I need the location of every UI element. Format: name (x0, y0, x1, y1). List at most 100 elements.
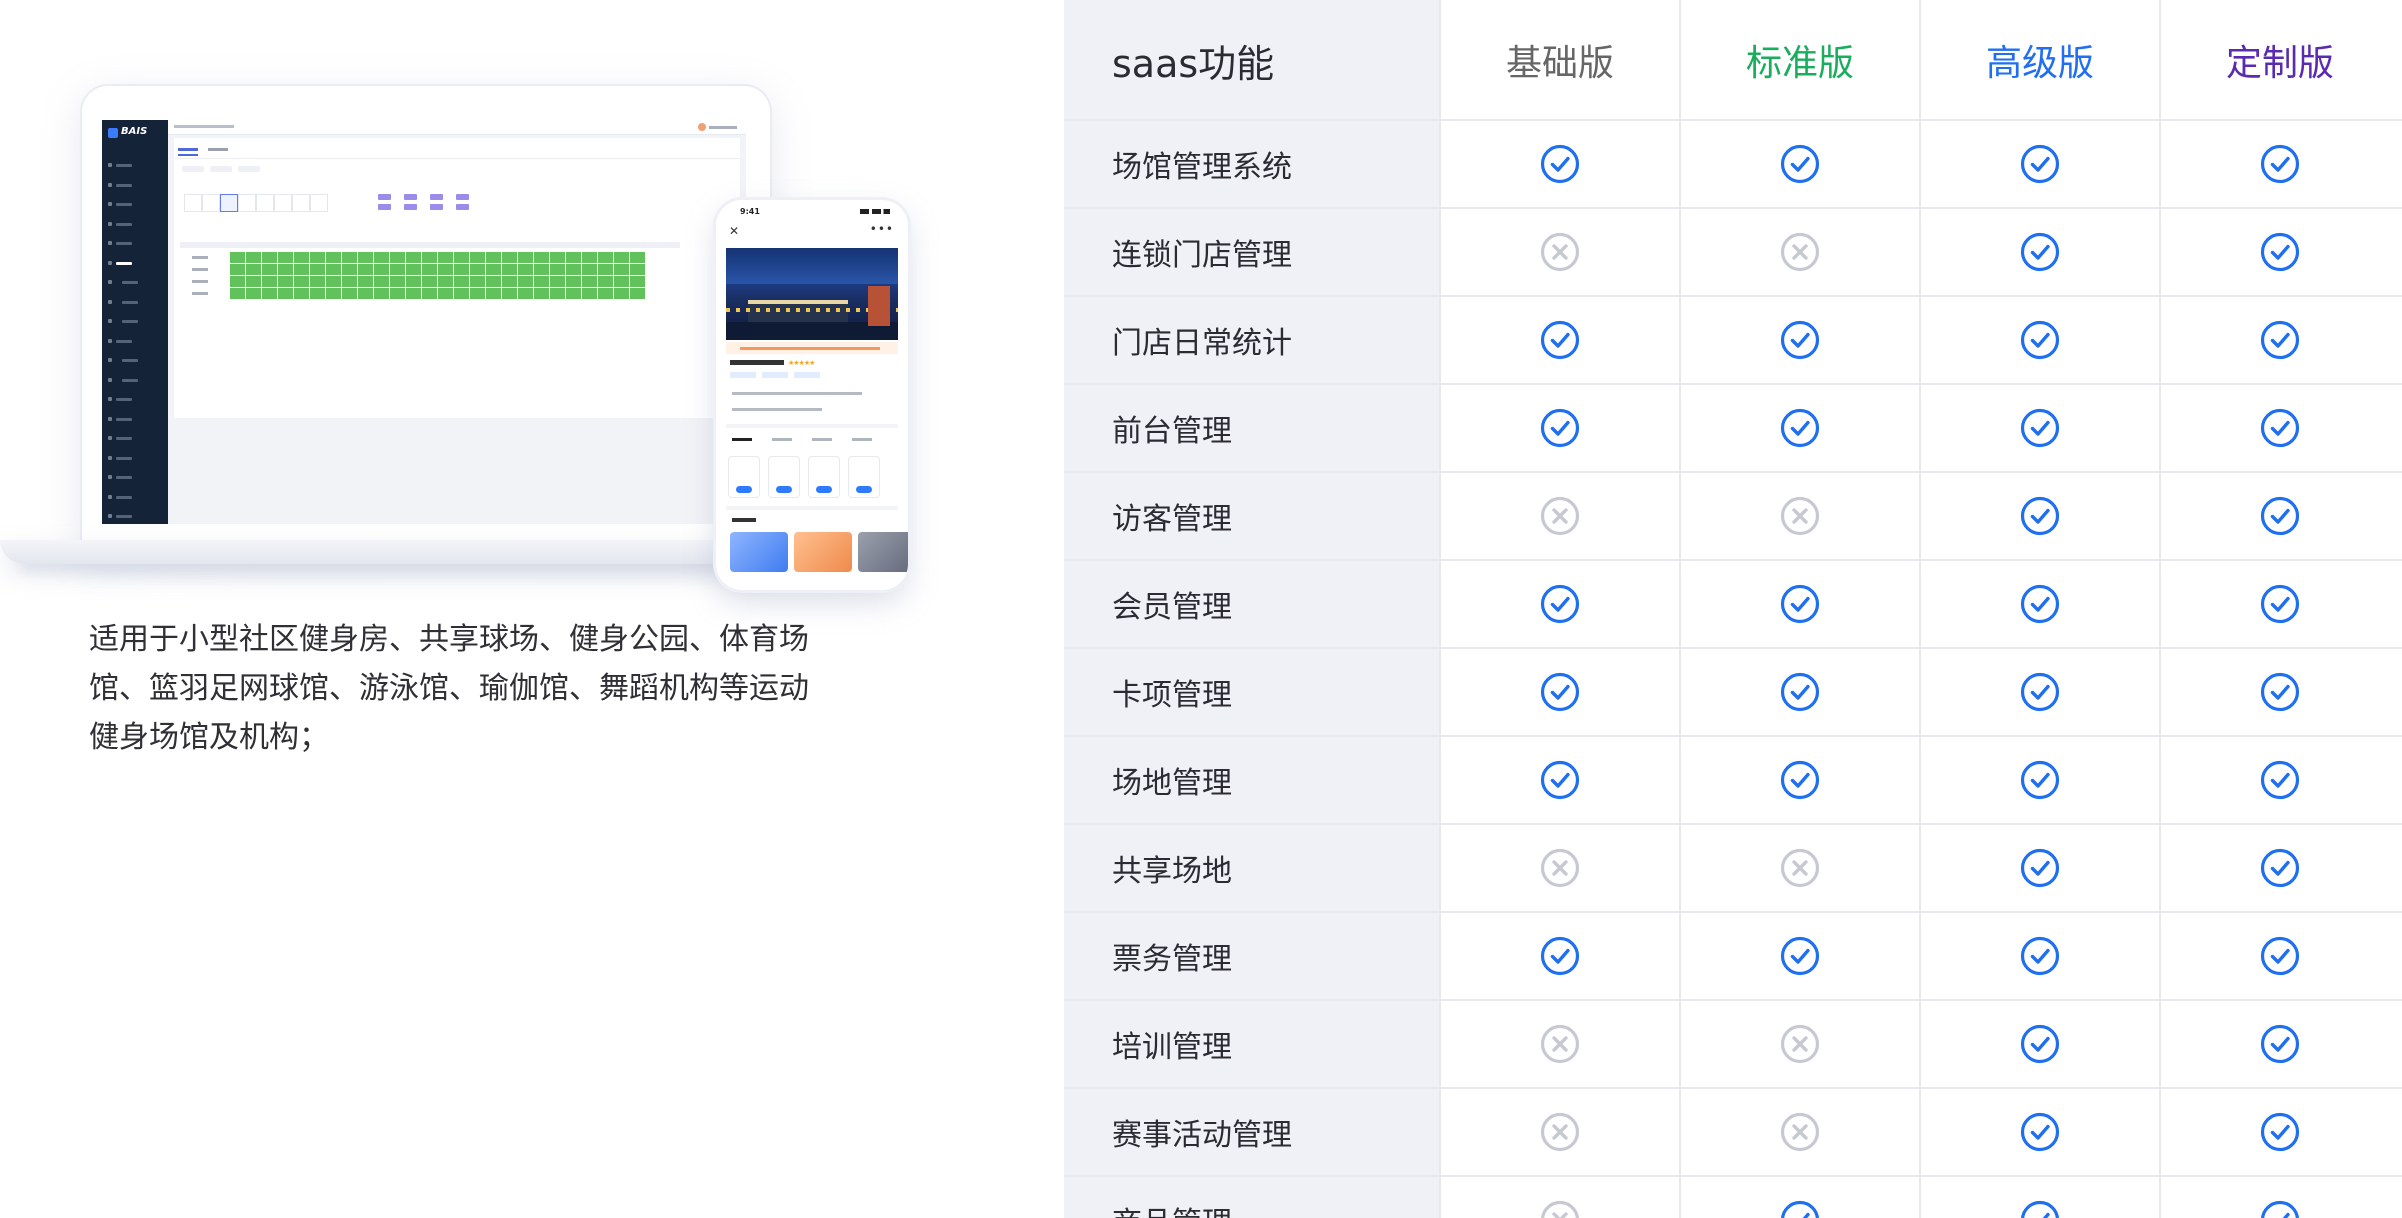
check-circle-icon (2020, 144, 2060, 184)
notice-bar (726, 342, 898, 354)
x-circle-icon (1540, 1112, 1580, 1152)
feature-name: 门店日常统计 (1112, 326, 1292, 361)
status-legend (378, 194, 488, 214)
admin-sidebar-menu (102, 156, 168, 524)
check-circle-icon (2260, 936, 2300, 976)
check-circle-icon (2261, 1200, 2299, 1218)
feature-name: 票务管理 (1112, 942, 1232, 977)
feature-name: 商品管理 (1112, 1176, 1232, 1218)
feature-name: 场地管理 (1112, 766, 1232, 801)
x-circle-icon (1540, 496, 1580, 536)
bais-logo: BAIS (108, 126, 162, 140)
check-circle-icon (2260, 144, 2300, 184)
check-circle-icon (2260, 408, 2300, 448)
check-circle-icon (2260, 760, 2300, 800)
user-avatar (698, 123, 738, 131)
breadcrumb (174, 125, 234, 128)
row-divider (1064, 1175, 2402, 1177)
rating-stars: ★★★★★ (788, 359, 815, 367)
check-circle-icon (1781, 1200, 1819, 1218)
date-picker (728, 456, 898, 498)
time-header (180, 242, 680, 248)
check-circle-icon (2260, 1112, 2300, 1152)
feature-column-header: saas功能 (1112, 41, 1275, 86)
check-circle-icon (2260, 584, 2300, 624)
check-circle-icon (1780, 144, 1820, 184)
check-circle-icon (1540, 936, 1580, 976)
row-divider (1064, 647, 2402, 649)
close-icon: ✕ (729, 224, 740, 238)
member-card-title (732, 518, 756, 522)
check-circle-icon (2020, 232, 2060, 272)
phone-status-bar: 9:41 (716, 200, 908, 222)
plan-header: 定制版 (2225, 43, 2334, 84)
check-circle-icon (1780, 672, 1820, 712)
check-circle-icon (2020, 496, 2060, 536)
check-circle-icon (2260, 672, 2300, 712)
laptop-mockup: BAIS (82, 86, 770, 546)
venue-name (730, 360, 784, 365)
plan-header: 基础版 (1505, 43, 1614, 84)
column-divider (1439, 0, 1441, 1218)
feature-name: 场馆管理系统 (1112, 150, 1292, 185)
x-circle-icon (1780, 848, 1820, 888)
booking-grid-panel (174, 138, 740, 418)
feature-name: 共享场地 (1112, 854, 1232, 889)
plan-header: 高级版 (1985, 43, 2094, 84)
x-circle-icon (1540, 848, 1580, 888)
check-circle-icon (2020, 848, 2060, 888)
check-circle-icon (1540, 760, 1580, 800)
sport-tabs (732, 438, 892, 448)
check-circle-icon (2020, 320, 2060, 360)
check-circle-icon (2260, 496, 2300, 536)
check-circle-icon (1540, 320, 1580, 360)
feature-comparison-table: saas功能 基础版 标准版 高级版 定制版场馆管理系统 连锁门店管理 门店日常统计 前台管… (1064, 0, 2402, 1218)
venue-photo (726, 248, 898, 340)
check-circle-icon (2260, 1024, 2300, 1064)
check-circle-icon (1540, 584, 1580, 624)
check-circle-icon (1540, 672, 1580, 712)
venue-tags (730, 372, 850, 378)
check-circle-icon (2020, 936, 2060, 976)
admin-dashboard-screenshot: BAIS (102, 120, 746, 524)
description-text: 适用于小型社区健身房、共享球场、健身公园、体育场馆、篮羽足网球馆、游泳馆、瑜伽馆… (89, 622, 809, 755)
row-divider (1064, 911, 2402, 913)
check-circle-icon (2020, 672, 2060, 712)
feature-name: 培训管理 (1112, 1030, 1232, 1065)
more-icon: ••• (869, 222, 894, 236)
feature-name: 赛事活动管理 (1112, 1118, 1292, 1153)
admin-sidebar: BAIS (102, 120, 168, 524)
x-circle-icon (1780, 232, 1820, 272)
member-card (730, 532, 788, 572)
x-circle-icon (1541, 1200, 1579, 1218)
feature-name: 连锁门店管理 (1112, 238, 1292, 273)
feature-name: 访客管理 (1112, 502, 1232, 537)
row-divider (1064, 735, 2402, 737)
check-circle-icon (2020, 408, 2060, 448)
x-circle-icon (1780, 496, 1820, 536)
x-circle-icon (1540, 232, 1580, 272)
plan-header: 标准版 (1745, 43, 1854, 84)
check-circle-icon (2020, 584, 2060, 624)
check-circle-icon (2260, 320, 2300, 360)
check-circle-icon (1540, 408, 1580, 448)
column-divider (2159, 0, 2161, 1218)
check-circle-icon (2020, 1112, 2060, 1152)
feature-name: 卡项管理 (1112, 678, 1232, 713)
row-divider (1064, 471, 2402, 473)
product-showcase: BAIS 9:41 ✕ ••• ★★★★★ 适用于小型社区健身房、共享球场、健身… (0, 0, 1040, 1218)
column-divider (1919, 0, 1921, 1218)
date-selector (184, 194, 334, 212)
check-circle-icon (1780, 760, 1820, 800)
member-card (858, 532, 908, 572)
check-circle-icon (1780, 584, 1820, 624)
check-circle-icon (1780, 936, 1820, 976)
check-circle-icon (2260, 232, 2300, 272)
check-circle-icon (2260, 848, 2300, 888)
check-circle-icon (1780, 320, 1820, 360)
column-divider (1679, 0, 1681, 1218)
feature-name: 前台管理 (1112, 414, 1232, 449)
x-circle-icon (1540, 1024, 1580, 1064)
phone-nav: ✕ ••• (716, 222, 908, 242)
x-circle-icon (1780, 1024, 1820, 1064)
